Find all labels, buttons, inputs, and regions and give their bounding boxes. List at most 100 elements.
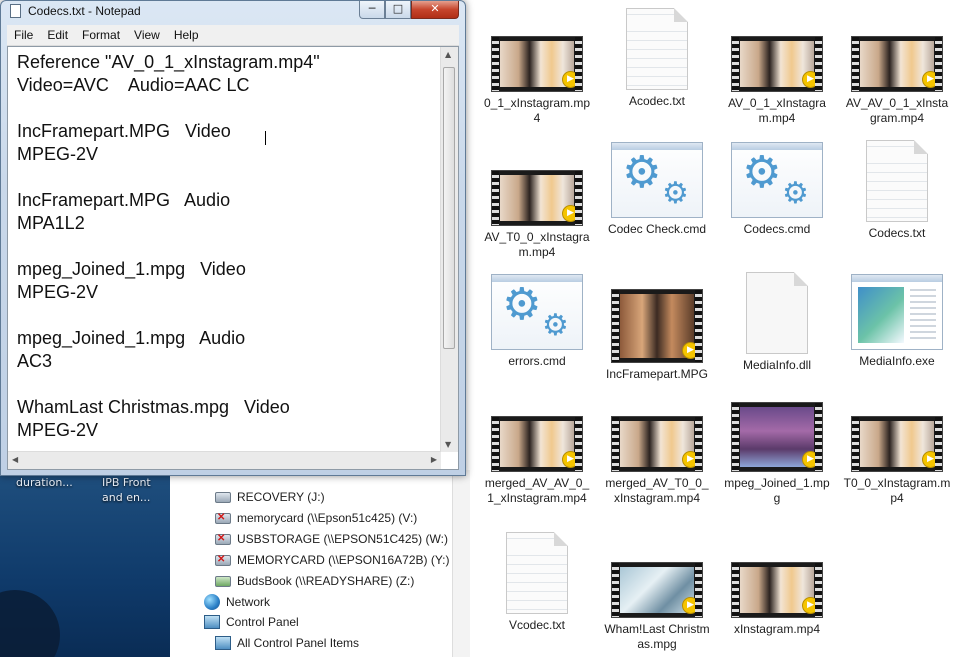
nav-item-recovery[interactable]: RECOVERY (J:) bbox=[215, 490, 325, 504]
file-item[interactable]: ▶ AV_0_1_xInstagram.mp4 bbox=[721, 30, 833, 126]
nav-item-label: Network bbox=[226, 595, 271, 609]
nav-item-network[interactable]: Network bbox=[204, 594, 270, 610]
close-button[interactable]: ✕ bbox=[411, 1, 459, 19]
desktop-background: duration... IPB Front and en... bbox=[0, 470, 170, 657]
disconnected-network-drive-icon bbox=[215, 512, 231, 524]
video-thumbnail-icon: ▶ bbox=[491, 36, 583, 92]
file-label: MediaInfo.dll bbox=[742, 358, 812, 372]
nav-item-label: memorycard (\\Epson51c425) (V:) bbox=[237, 511, 418, 525]
document-text[interactable]: Reference "AV_0_1_xInstagram.mp4" Video=… bbox=[17, 51, 436, 442]
vertical-scroll-thumb[interactable] bbox=[443, 67, 455, 349]
play-badge-icon: ▶ bbox=[682, 342, 699, 359]
file-label: IncFramepart.MPG bbox=[605, 367, 709, 381]
application-window-icon bbox=[851, 274, 943, 350]
scroll-left-arrow-icon[interactable]: ◀ bbox=[12, 455, 18, 464]
file-item[interactable]: ▶ merged_AV_T0_0_xInstagram.mp4 bbox=[601, 410, 713, 506]
text-editor-area[interactable]: Reference "AV_0_1_xInstagram.mp4" Video=… bbox=[7, 46, 459, 470]
file-item[interactable]: ▶ xInstagram.mp4 bbox=[721, 556, 833, 637]
maximize-button[interactable]: □ bbox=[385, 1, 411, 19]
file-item[interactable]: ▶ merged_AV_AV_0_1_xInstagram.mp4 bbox=[481, 410, 593, 506]
scroll-down-arrow-icon[interactable]: ▼ bbox=[445, 440, 451, 449]
desktop-text-and-en: and en... bbox=[102, 491, 151, 504]
horizontal-scrollbar[interactable]: ◀ ▶ bbox=[8, 451, 441, 469]
nav-item-control-panel[interactable]: Control Panel bbox=[204, 615, 299, 629]
desktop-text-duration: duration... bbox=[16, 476, 73, 489]
cmd-script-icon: ⚙ ⚙ bbox=[611, 142, 703, 218]
nav-item-label: MEMORYCARD (\\EPSON16A72B) (Y:) bbox=[237, 553, 450, 567]
file-label: Codec Check.cmd bbox=[607, 222, 707, 236]
notepad-window: Codecs.txt - Notepad ─ □ ✕ File Edit For… bbox=[0, 0, 466, 476]
video-thumbnail-icon: ▶ bbox=[611, 289, 703, 363]
file-item[interactable]: ▶ Wham!Last Christmas.mpg bbox=[601, 556, 713, 652]
control-panel-icon bbox=[204, 615, 220, 629]
play-badge-icon: ▶ bbox=[802, 71, 819, 88]
video-thumbnail-icon: ▶ bbox=[611, 416, 703, 472]
gear-icon: ⚙ bbox=[542, 308, 569, 343]
file-item[interactable]: ▶ mpeg_Joined_1.mpg bbox=[721, 396, 833, 506]
file-item[interactable]: ▶ AV_T0_0_xInstagram.mp4 bbox=[481, 164, 593, 260]
video-thumbnail-icon: ▶ bbox=[731, 562, 823, 618]
play-badge-icon: ▶ bbox=[562, 205, 579, 222]
menu-bar: File Edit Format View Help bbox=[7, 25, 459, 46]
scroll-right-arrow-icon[interactable]: ▶ bbox=[431, 455, 437, 464]
drive-icon bbox=[215, 491, 231, 503]
window-title: Codecs.txt - Notepad bbox=[28, 4, 141, 18]
file-label: Codecs.cmd bbox=[743, 222, 811, 236]
nav-item-usbstorage-w[interactable]: USBSTORAGE (\\EPSON51C425) (W:) bbox=[215, 532, 448, 546]
play-badge-icon: ▶ bbox=[562, 71, 579, 88]
video-thumbnail-icon: ▶ bbox=[491, 170, 583, 226]
disconnected-network-drive-icon bbox=[215, 554, 231, 566]
notepad-icon bbox=[10, 4, 21, 18]
file-item[interactable]: Codecs.txt bbox=[841, 140, 953, 241]
menu-edit[interactable]: Edit bbox=[40, 28, 75, 42]
nav-item-memorycard-v[interactable]: memorycard (\\Epson51c425) (V:) bbox=[215, 511, 417, 525]
nav-item-memorycard-y[interactable]: MEMORYCARD (\\EPSON16A72B) (Y:) bbox=[215, 553, 450, 567]
vertical-scrollbar[interactable]: ▲ ▼ bbox=[440, 47, 458, 452]
file-item[interactable]: ▶ AV_AV_0_1_xInstagram.mp4 bbox=[841, 30, 953, 126]
video-thumbnail-icon: ▶ bbox=[731, 36, 823, 92]
minimize-button[interactable]: ─ bbox=[359, 1, 385, 19]
file-item[interactable]: ▶ T0_0_xInstagram.mp4 bbox=[841, 410, 953, 506]
nav-item-label: All Control Panel Items bbox=[237, 636, 360, 650]
file-item[interactable]: ▶ IncFramepart.MPG bbox=[601, 283, 713, 382]
video-thumbnail-icon: ▶ bbox=[491, 416, 583, 472]
play-badge-icon: ▶ bbox=[802, 597, 819, 614]
title-bar[interactable]: Codecs.txt - Notepad ─ □ ✕ bbox=[1, 1, 465, 21]
file-item[interactable]: ⚙ ⚙ Codecs.cmd bbox=[721, 138, 833, 237]
play-badge-icon: ▶ bbox=[802, 451, 819, 468]
play-badge-icon: ▶ bbox=[922, 71, 939, 88]
pane-divider-scrollbar[interactable] bbox=[452, 470, 471, 657]
nav-item-all-control-panel-items[interactable]: All Control Panel Items bbox=[215, 636, 359, 650]
play-badge-icon: ▶ bbox=[682, 597, 699, 614]
menu-format[interactable]: Format bbox=[75, 28, 127, 42]
nav-item-budsbook-z[interactable]: BudsBook (\\READYSHARE) (Z:) bbox=[215, 574, 414, 588]
menu-view[interactable]: View bbox=[127, 28, 167, 42]
video-thumbnail-icon: ▶ bbox=[731, 402, 823, 472]
nav-item-label: BudsBook (\\READYSHARE) (Z:) bbox=[237, 574, 415, 588]
file-item[interactable]: Vcodec.txt bbox=[481, 532, 593, 633]
file-label: Vcodec.txt bbox=[508, 618, 566, 632]
file-label: AV_AV_0_1_xInstagram.mp4 bbox=[845, 96, 949, 125]
nav-item-label: Control Panel bbox=[226, 615, 299, 629]
nav-item-label: RECOVERY (J:) bbox=[237, 490, 325, 504]
menu-help[interactable]: Help bbox=[167, 28, 206, 42]
navigation-pane: RECOVERY (J:) memorycard (\\Epson51c425)… bbox=[170, 470, 453, 657]
file-item[interactable]: MediaInfo.exe bbox=[841, 270, 953, 369]
file-item[interactable]: ▶ 0_1_xInstagram.mp4 bbox=[481, 30, 593, 126]
file-label: Wham!Last Christmas.mpg bbox=[604, 622, 710, 651]
gear-icon: ⚙ bbox=[782, 176, 809, 211]
file-label: Codecs.txt bbox=[868, 226, 926, 240]
gear-icon: ⚙ bbox=[622, 147, 662, 198]
dll-file-icon bbox=[746, 272, 808, 354]
file-item[interactable]: MediaInfo.dll bbox=[721, 272, 833, 373]
scroll-up-arrow-icon[interactable]: ▲ bbox=[445, 50, 451, 59]
file-label: xInstagram.mp4 bbox=[733, 622, 821, 636]
text-cursor bbox=[265, 131, 266, 145]
file-label: merged_AV_AV_0_1_xInstagram.mp4 bbox=[484, 476, 590, 505]
file-label: Acodec.txt bbox=[628, 94, 686, 108]
menu-file[interactable]: File bbox=[7, 28, 40, 42]
file-label: errors.cmd bbox=[508, 354, 566, 368]
file-item[interactable]: Acodec.txt bbox=[601, 8, 713, 109]
file-item[interactable]: ⚙ ⚙ Codec Check.cmd bbox=[601, 138, 713, 237]
file-item[interactable]: ⚙ ⚙ errors.cmd bbox=[481, 270, 593, 369]
